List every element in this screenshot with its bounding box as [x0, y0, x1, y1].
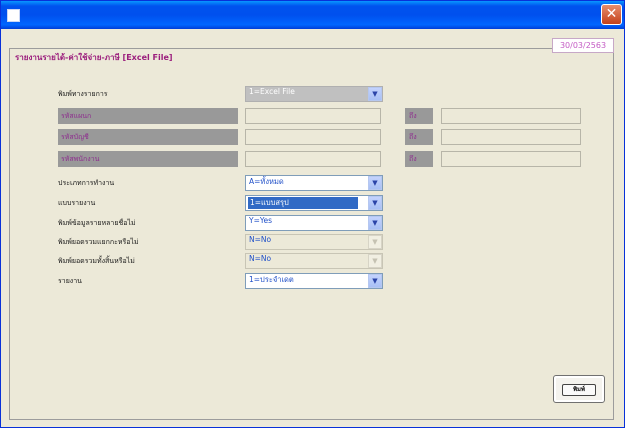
account-code-label: รหัสบัญชี: [58, 129, 238, 145]
employee-code-label: รหัสพนักงาน: [58, 151, 238, 167]
print-total-value: N=No: [249, 254, 272, 263]
department-code-label: รหัสแผนก: [58, 108, 238, 124]
department-code-to-input[interactable]: [441, 108, 581, 124]
print-mode2-value: N=No: [249, 235, 272, 244]
close-button[interactable]: ✕: [601, 4, 622, 25]
employee-code-to-input[interactable]: [441, 151, 581, 167]
employee-code-from-input[interactable]: [245, 151, 381, 167]
work-type-value: A=ทั้งหมด: [249, 177, 284, 186]
employee-code-to-label: ถึง: [405, 151, 433, 167]
chevron-down-icon[interactable]: ▼: [368, 216, 382, 230]
report-value: 1=ประจำเดต: [249, 275, 294, 284]
report-format-label: แบบรายงาน: [58, 199, 96, 207]
print-mode2-select[interactable]: N=No ▼: [245, 234, 383, 250]
title-bar[interactable]: ✕: [1, 1, 624, 29]
print-ids-label: พิมพ์ข้อมูลรายหลายชื่อไม่: [58, 219, 136, 227]
print-total-label: พิมพ์ยอดรวมทั้งสิ้นหรือไม่: [58, 257, 135, 265]
print-button[interactable]: พิมพ์: [553, 375, 605, 403]
chevron-down-icon: ▼: [368, 235, 382, 249]
department-code-to-label: ถึง: [405, 108, 433, 124]
report-format-value: 1=แบบสรุป: [248, 197, 358, 209]
work-type-select[interactable]: A=ทั้งหมด ▼: [245, 175, 383, 191]
account-code-from-input[interactable]: [245, 129, 381, 145]
report-select[interactable]: 1=ประจำเดต ▼: [245, 273, 383, 289]
app-icon: [7, 9, 20, 22]
department-code-from-input[interactable]: [245, 108, 381, 124]
chevron-down-icon[interactable]: ▼: [368, 87, 382, 101]
account-code-to-label: ถึง: [405, 129, 433, 145]
report-label: รายงาน: [58, 277, 82, 285]
chevron-down-icon[interactable]: ▼: [368, 176, 382, 190]
print-mode2-label: พิมพ์ยอดรวมแยกกะหรือไม่: [58, 238, 139, 246]
work-type-label: ประเภทการทำงาน: [58, 179, 115, 187]
report-format-select[interactable]: 1=แบบสรุป ▼: [245, 195, 383, 211]
chevron-down-icon: ▼: [368, 254, 382, 268]
print-total-select[interactable]: N=No ▼: [245, 253, 383, 269]
chevron-down-icon[interactable]: ▼: [368, 196, 382, 210]
print-button-label: พิมพ์: [562, 384, 596, 396]
chevron-down-icon[interactable]: ▼: [368, 274, 382, 288]
output-type-label: พิมพ์ทางรายการ: [58, 90, 108, 98]
close-icon: ✕: [605, 6, 618, 22]
output-type-select[interactable]: 1=Excel File ▼: [245, 86, 383, 102]
account-code-to-input[interactable]: [441, 129, 581, 145]
print-ids-value: Y=Yes: [249, 216, 272, 225]
output-type-value: 1=Excel File: [249, 87, 295, 96]
section-title: รายงานรายได้-ค่าใช้จ่าย-ภาษี [Excel File…: [13, 51, 175, 64]
date-field: 30/03/2563: [552, 38, 614, 53]
print-ids-select[interactable]: Y=Yes ▼: [245, 215, 383, 231]
